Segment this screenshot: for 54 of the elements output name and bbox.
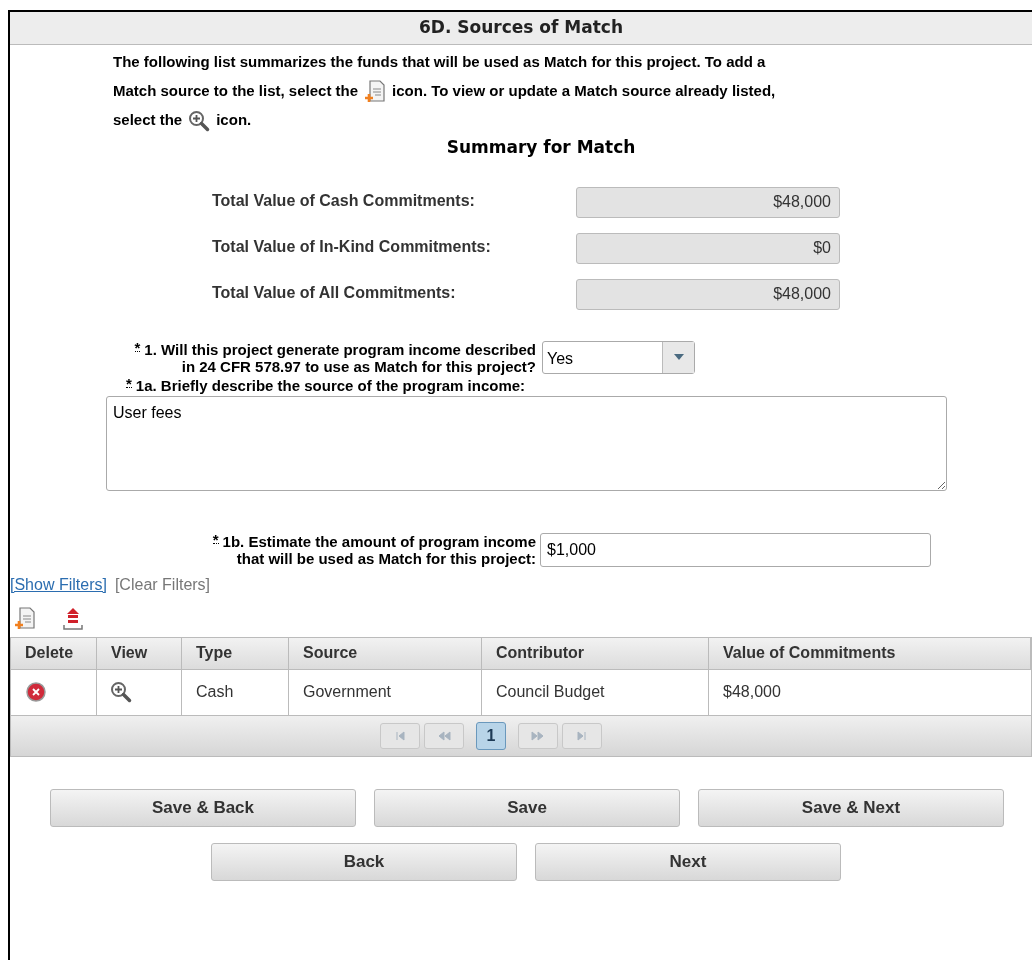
question-label: in 24 CFR 578.97 to use as Match for this project? [180, 357, 536, 375]
pager-button[interactable] [518, 722, 558, 749]
table-cell: Council Budget [482, 669, 709, 715]
summary-label: Total Value of All Commitments: [212, 282, 457, 303]
zoom-in-icon [188, 109, 211, 132]
pager-button[interactable] [424, 722, 464, 749]
column-header: Delete [11, 637, 97, 669]
question-label: that will be used as Match for this project: [235, 549, 536, 567]
prev-page-icon [437, 728, 451, 743]
table-cell-text: $48,000 [722, 682, 782, 702]
question-label: 1. Will this project generate program income described [144, 340, 536, 358]
delete-icon[interactable] [26, 682, 46, 702]
intro-text: select the [113, 110, 183, 131]
clear-filters-link[interactable]: [Clear Filters] [114, 572, 211, 597]
intro-text: icon. To view or update a Match source already listed, [392, 81, 776, 102]
page-button[interactable]: 1 [476, 721, 506, 750]
summary-label: Total Value of Cash Commitments: [212, 190, 476, 211]
intro-text: Match source to the list, select the [113, 81, 359, 102]
column-header: Type [182, 637, 289, 669]
question-label: 1b. Estimate the amount of program income [222, 532, 536, 550]
nav-button[interactable]: Next [535, 842, 841, 881]
table-cell: Government [289, 669, 482, 715]
view-icon [110, 681, 132, 703]
column-header: Contributor [482, 637, 709, 669]
action-button[interactable]: Save & Back [50, 788, 356, 827]
column-header: View [97, 637, 182, 669]
description-field[interactable]: User fees [106, 395, 947, 491]
table-cell: Cash [182, 669, 289, 715]
summary-heading: Summary for Match [446, 136, 636, 159]
last-page-icon [575, 728, 589, 743]
action-button[interactable]: Save & Next [698, 788, 1004, 827]
summary-value-field: $48,000 [576, 186, 840, 218]
pager-button[interactable] [380, 722, 420, 749]
column-header: Value of Commitments [709, 637, 1031, 669]
amount-field[interactable]: $1,000 [540, 532, 931, 567]
first-page-icon [393, 728, 407, 743]
action-button[interactable]: Save [374, 788, 680, 827]
caret-icon [673, 354, 684, 360]
section-title: 6D. Sources of Match [418, 16, 624, 40]
next-page-icon [531, 728, 545, 743]
intro-text: icon. [216, 110, 252, 131]
column-header: Source [289, 637, 482, 669]
export-icon [62, 606, 84, 631]
show-filters-link[interactable]: [Show Filters] [10, 572, 107, 597]
yes-no-select[interactable]: Yes [542, 340, 695, 374]
add-document-icon [364, 79, 387, 104]
nav-button[interactable]: Back [211, 842, 517, 881]
summary-label: Total Value of In-Kind Commitments: [212, 236, 492, 257]
add-document-icon [14, 606, 36, 631]
summary-value-field: $0 [576, 232, 840, 264]
pager-button[interactable] [562, 722, 602, 749]
question-label: 1a. Briefly describe the source of the program income: [135, 376, 526, 394]
summary-value-field: $48,000 [576, 278, 840, 310]
intro-text: The following list summarizes the funds that will be used as Match for this project. To add a [113, 52, 766, 73]
